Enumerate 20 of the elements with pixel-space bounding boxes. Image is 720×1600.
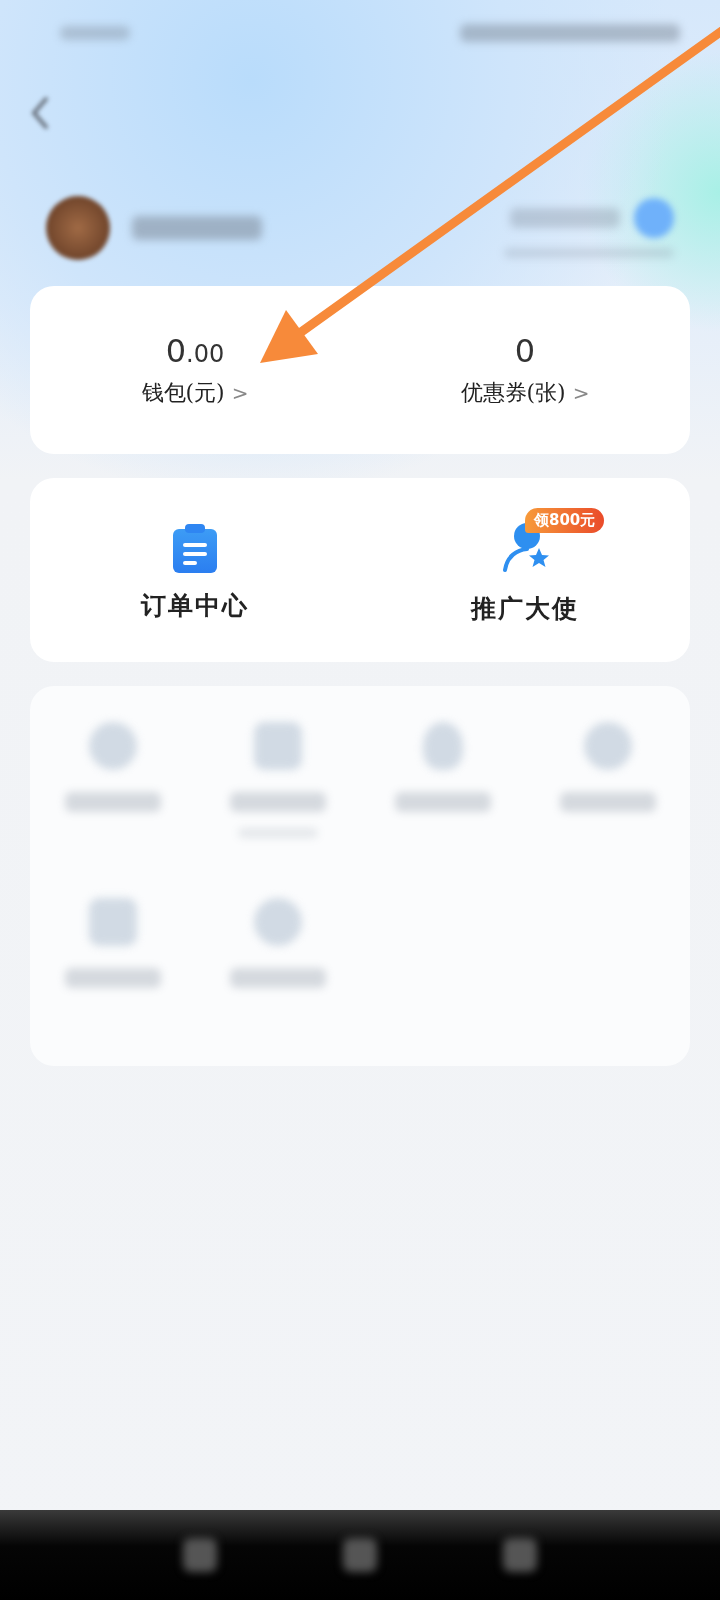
- blurred-menu-icon[interactable]: [583, 722, 632, 770]
- blurred-nav-icon[interactable]: [343, 1538, 377, 1572]
- shortcut-label[interactable]: 订单中心: [141, 588, 249, 622]
- shortcut-label[interactable]: 推广大使: [471, 591, 579, 625]
- blurred-menu-icon[interactable]: [253, 898, 302, 946]
- asset-link[interactable]: 优惠券(张) >: [460, 378, 590, 408]
- blurred-menu-icon[interactable]: [88, 898, 137, 946]
- blurred-menu-icon[interactable]: [422, 722, 463, 770]
- reward-badge: 领800元: [525, 507, 605, 533]
- blurred-nav-icon[interactable]: [183, 1538, 217, 1572]
- asset-link[interactable]: 钱包(元) >: [141, 378, 249, 408]
- blurred-nav-icon[interactable]: [503, 1538, 537, 1572]
- clipboard-icon: [171, 522, 219, 575]
- blurred-time: [60, 26, 130, 40]
- amount-value: 0: [514, 332, 536, 370]
- blurred-badge-icon: [634, 198, 674, 238]
- blurred-menu-icon[interactable]: [88, 722, 137, 770]
- amount-value: 0.00: [165, 332, 225, 370]
- blurred-menu-icon[interactable]: [253, 722, 302, 770]
- avatar[interactable]: [46, 196, 110, 260]
